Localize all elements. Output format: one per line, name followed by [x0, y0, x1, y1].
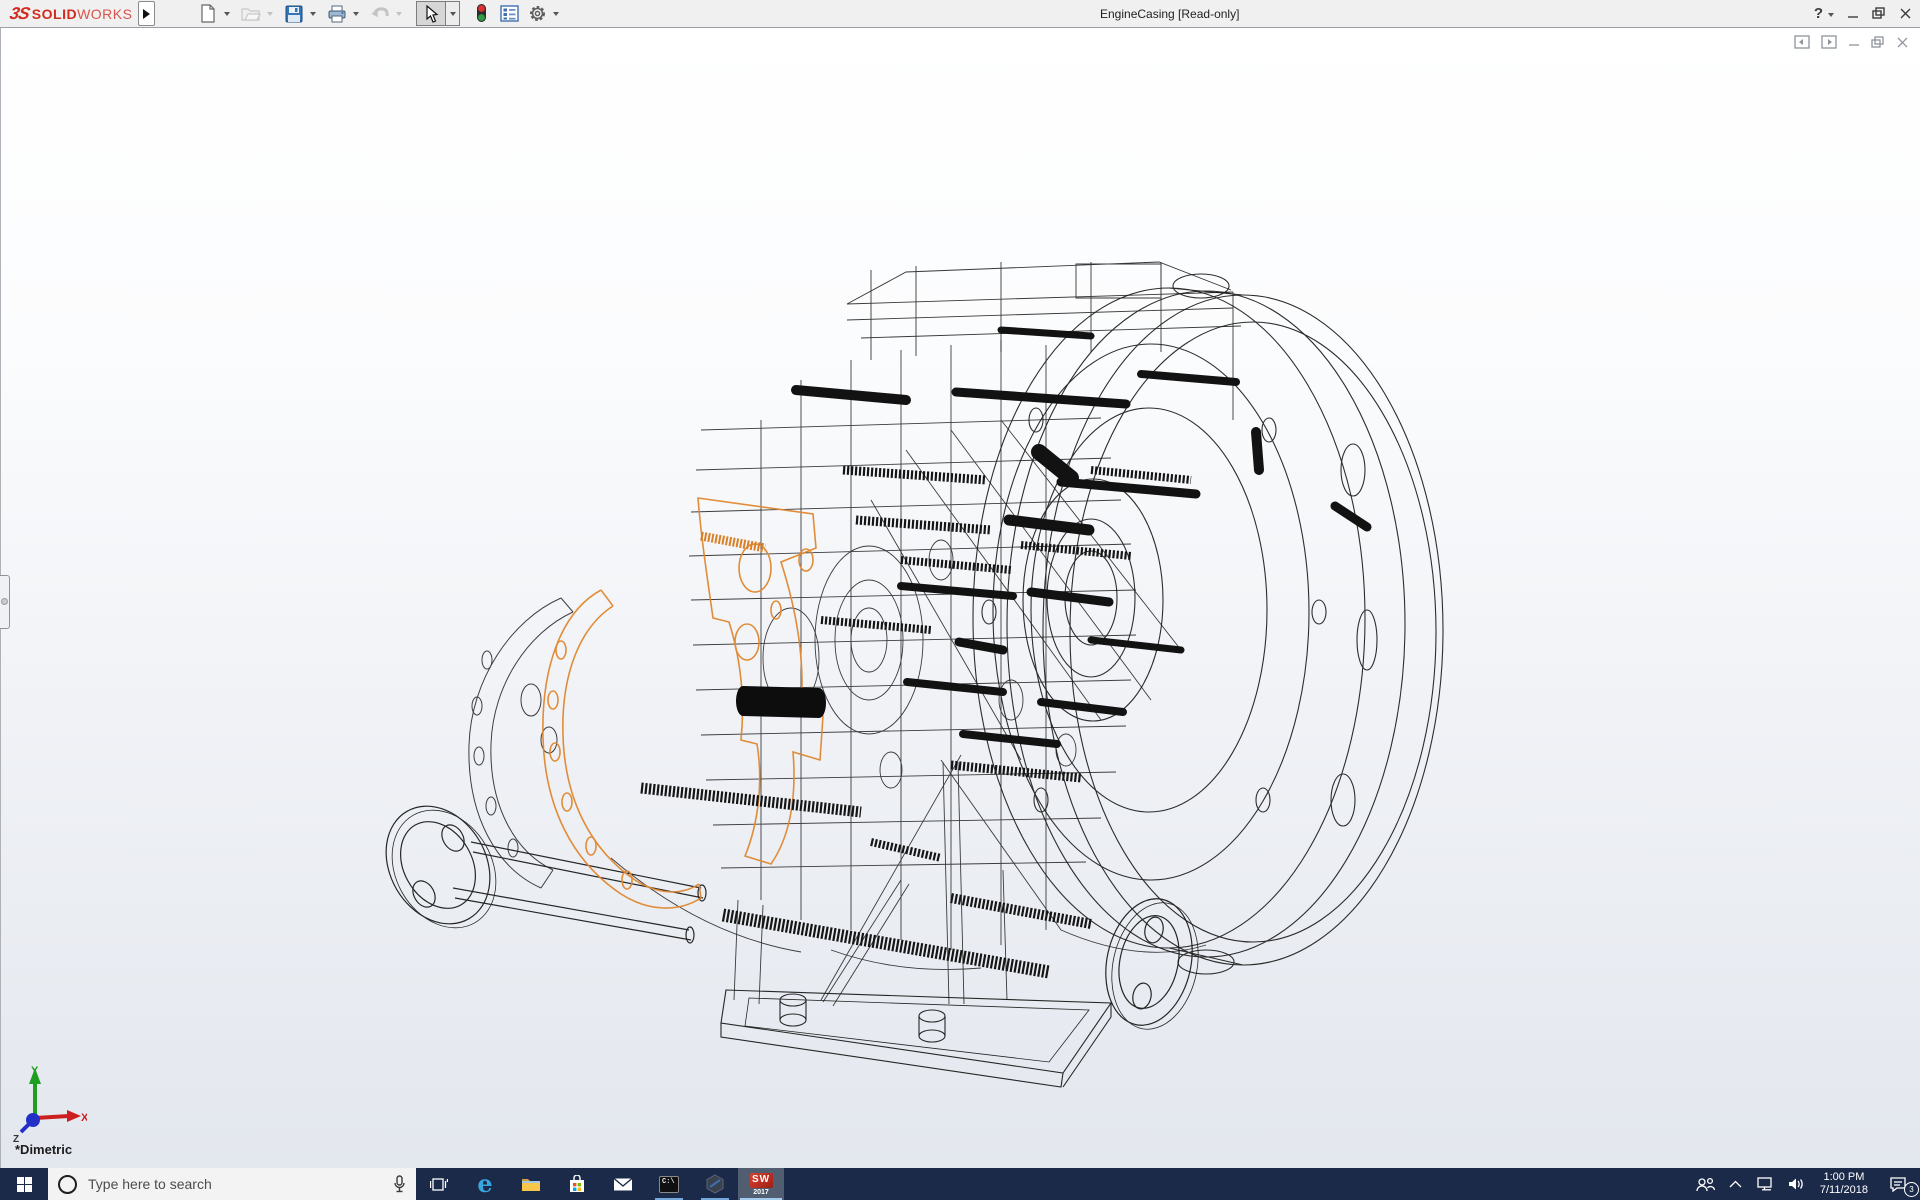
clock[interactable]: 1:00 PM 7/11/2018 — [1812, 1168, 1876, 1200]
task-view-icon — [430, 1177, 448, 1192]
new-document-icon — [199, 4, 217, 23]
expand-arrow-icon — [143, 9, 155, 19]
print-icon — [327, 5, 347, 23]
speaker-icon — [1788, 1177, 1805, 1191]
taskbar-app-file-explorer[interactable] — [508, 1168, 554, 1200]
notification-badge: 3 — [1904, 1182, 1919, 1197]
windows-logo-icon — [17, 1177, 32, 1192]
clock-time: 1:00 PM — [1823, 1171, 1864, 1184]
people-icon — [1696, 1177, 1715, 1192]
ds-logo-glyph: 3S — [8, 4, 31, 24]
taskbar-empty-space — [784, 1168, 1689, 1200]
open-button[interactable] — [238, 1, 264, 26]
close-window-button[interactable] — [1899, 7, 1912, 20]
document-window-controls — [1794, 35, 1909, 49]
sw-year-label: 2017 — [753, 1189, 769, 1196]
command-prompt-icon: C:\ — [659, 1176, 679, 1193]
orientation-triad: Y X Z — [7, 1060, 87, 1144]
window-controls: ? — [1814, 0, 1912, 27]
minimize-document-button[interactable] — [1848, 36, 1860, 48]
save-icon — [285, 5, 303, 23]
next-window-button[interactable] — [1821, 35, 1837, 49]
network-icon — [1756, 1177, 1774, 1191]
triad-y-label: Y — [31, 1065, 39, 1077]
system-tray: 1:00 PM 7/11/2018 3 — [1689, 1168, 1920, 1200]
microphone-icon[interactable] — [393, 1175, 406, 1193]
undo-dropdown[interactable] — [396, 12, 402, 19]
undo-icon — [370, 5, 390, 22]
file-explorer-icon — [521, 1176, 541, 1192]
new-document-button[interactable] — [195, 1, 221, 26]
cursor-arrow-icon — [424, 5, 439, 23]
open-icon — [241, 5, 261, 22]
view-orientation-label: *Dimetric — [15, 1142, 72, 1157]
title-bar: 3S SOLID WORKS — [0, 0, 1920, 28]
taskbar-app-solidworks-2017[interactable]: SW 2017 — [738, 1168, 784, 1200]
mail-icon — [613, 1177, 633, 1192]
tab-dot-icon — [1, 598, 8, 605]
quick-access-toolbar — [195, 1, 565, 26]
hidden-icons-button[interactable] — [1722, 1168, 1749, 1200]
solidworks-logo: 3S SOLID WORKS — [0, 4, 138, 24]
task-view-button[interactable] — [416, 1168, 462, 1200]
engine-casing-model[interactable] — [1, 28, 1920, 1168]
clock-date: 7/11/2018 — [1820, 1184, 1868, 1197]
menu-expand-button[interactable] — [138, 1, 155, 26]
print-dropdown[interactable] — [353, 12, 359, 19]
open-dropdown[interactable] — [267, 12, 273, 19]
edge-icon: e — [477, 1172, 492, 1196]
sw-cube-icon: SW — [750, 1173, 773, 1188]
taskbar-app-composer[interactable] — [692, 1168, 738, 1200]
close-document-button[interactable] — [1896, 36, 1909, 49]
search-input[interactable] — [86, 1175, 384, 1193]
brand-text-light: WORKS — [77, 6, 132, 22]
taskbar-app-command-prompt[interactable]: C:\ — [646, 1168, 692, 1200]
brand-text-bold: SOLID — [32, 6, 77, 22]
feature-manager-collapsed-tab[interactable] — [0, 575, 10, 629]
select-tool-dropdown[interactable] — [446, 1, 460, 26]
action-center-button[interactable]: 3 — [1876, 1168, 1920, 1200]
print-button[interactable] — [324, 1, 350, 26]
properties-list-button[interactable] — [496, 1, 522, 26]
gear-icon — [528, 4, 547, 23]
graphics-area[interactable]: Y X Z *Dimetric — [0, 28, 1920, 1168]
traffic-light-icon — [476, 3, 487, 24]
hexagon-app-icon — [705, 1174, 725, 1194]
solidworks-app-icon: SW 2017 — [750, 1173, 773, 1196]
people-button[interactable] — [1689, 1168, 1722, 1200]
network-button[interactable] — [1749, 1168, 1781, 1200]
select-tool-caret-icon — [450, 12, 456, 19]
solidworks-window: 3S SOLID WORKS — [0, 0, 1920, 1200]
settings-dropdown[interactable] — [553, 12, 559, 19]
taskbar-app-store[interactable] — [554, 1168, 600, 1200]
triad-x-label: X — [81, 1112, 87, 1124]
chevron-up-icon — [1729, 1180, 1742, 1188]
properties-list-icon — [500, 5, 519, 22]
select-tool-button[interactable] — [416, 1, 446, 26]
document-title: EngineCasing [Read-only] — [1100, 7, 1239, 21]
restore-window-button[interactable] — [1872, 7, 1886, 20]
save-button[interactable] — [281, 1, 307, 26]
start-button[interactable] — [0, 1168, 48, 1200]
taskbar-app-mail[interactable] — [600, 1168, 646, 1200]
previous-window-button[interactable] — [1794, 35, 1810, 49]
help-button[interactable]: ? — [1814, 5, 1823, 22]
help-dropdown[interactable] — [1828, 13, 1834, 20]
volume-button[interactable] — [1781, 1168, 1812, 1200]
minimize-window-button[interactable] — [1847, 8, 1859, 20]
store-icon — [568, 1175, 586, 1193]
undo-button[interactable] — [367, 1, 393, 26]
taskbar: e C:\ — [0, 1168, 1920, 1200]
performance-monitor-button[interactable] — [468, 1, 494, 26]
settings-button[interactable] — [524, 1, 550, 26]
taskbar-app-edge[interactable]: e — [462, 1168, 508, 1200]
taskbar-search[interactable] — [48, 1168, 416, 1200]
save-dropdown[interactable] — [310, 12, 316, 19]
new-document-dropdown[interactable] — [224, 12, 230, 19]
cortana-icon — [58, 1175, 77, 1194]
restore-document-button[interactable] — [1871, 36, 1885, 49]
